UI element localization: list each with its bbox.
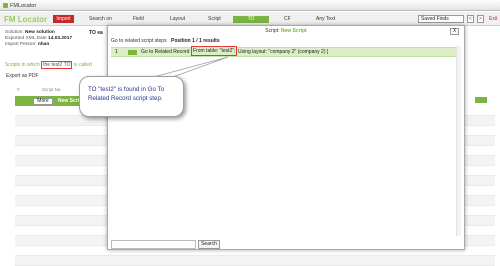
scripts-highlight: the test2 TO: [41, 61, 73, 69]
dialog-title-name: New Script: [280, 28, 307, 34]
prev-button[interactable]: <: [467, 15, 474, 23]
table-row: [15, 256, 495, 266]
position-label: Position 1 / 1 results: [171, 38, 220, 44]
app-icon: [3, 3, 8, 8]
nav-field[interactable]: Field: [133, 16, 153, 23]
import-person-info: Import Person: nhan: [5, 42, 49, 47]
dialog-close-button[interactable]: X: [450, 28, 459, 35]
scripts-suffix: is called: [73, 62, 92, 68]
nav-search-on[interactable]: Search on: [89, 16, 115, 23]
goto-related-steps-button[interactable]: Go to related script steps: [111, 37, 167, 46]
column-header-script-name: Script Na: [42, 87, 61, 92]
row-action-button[interactable]: [474, 96, 488, 104]
nav-cf[interactable]: CF: [284, 16, 300, 23]
row-script-name: New Scri: [58, 98, 80, 104]
dialog-title-prefix: Script:: [265, 28, 280, 34]
import-button[interactable]: Import: [53, 15, 74, 23]
nav-script[interactable]: Script: [208, 16, 228, 23]
step-name: Go to Related Record: [141, 49, 190, 55]
window-titlebar: FMLocator: [0, 0, 500, 11]
dialog-title: Script: New Script: [108, 26, 464, 36]
column-header-number: #: [17, 87, 20, 92]
step-marker: [128, 50, 137, 55]
window-title: FMLocator: [10, 3, 37, 9]
dialog-toolbar: Go to related script steps Position 1 / …: [108, 37, 464, 46]
dialog-search-input[interactable]: [111, 240, 196, 249]
app-logo: FM Locator: [4, 15, 48, 24]
step-number: 1: [115, 49, 118, 55]
nav-any-text[interactable]: Any Text: [316, 16, 346, 23]
annotation-callout: TO "test2" is found in Go To Related Rec…: [79, 76, 184, 117]
saved-finds-dropdown[interactable]: Saved Finds: [418, 15, 464, 23]
solution-value: New solution: [25, 30, 55, 35]
person-label: Import Person:: [5, 42, 37, 47]
step-highlight: From table: "test2";: [191, 46, 238, 56]
exported-value: 14.03.2017: [48, 36, 73, 41]
script-dialog: Script: New Script X Go to related scrip…: [107, 25, 465, 250]
app-header: FM Locator Import Search on Field Layout…: [0, 12, 500, 26]
step-details: Using layout: "company 2" (company 2) ]: [238, 49, 329, 55]
nav-layout[interactable]: Layout: [170, 16, 192, 23]
callout-line-2: Related Record script step.: [88, 95, 163, 102]
callout-line-1: TO "test2" is found in Go To: [88, 86, 165, 93]
more-button[interactable]: More: [33, 98, 53, 105]
dialog-scrollbar[interactable]: [456, 46, 461, 236]
person-value: nhan: [37, 42, 50, 47]
dialog-search-button[interactable]: Search: [198, 240, 220, 249]
exported-info: Exported XML Date 14.03.2017: [5, 36, 72, 41]
export-pdf-link[interactable]: Export as PDF: [6, 73, 39, 79]
solution-label: Solution:: [5, 30, 24, 35]
next-button[interactable]: >: [477, 15, 484, 23]
exit-button[interactable]: Exit: [489, 16, 497, 22]
solution-info: Solution: New solution: [5, 30, 55, 35]
scripts-heading: Scripts in which the test2 TO is called: [5, 61, 92, 69]
scripts-prefix: Scripts in which: [5, 62, 40, 68]
nav-to[interactable]: TO: [233, 16, 269, 23]
script-step-row[interactable]: 1 Go to Related Record From table: "test…: [111, 46, 456, 57]
to-heading: TO ea: [89, 30, 103, 36]
exported-label: Exported XML Date: [5, 36, 47, 41]
